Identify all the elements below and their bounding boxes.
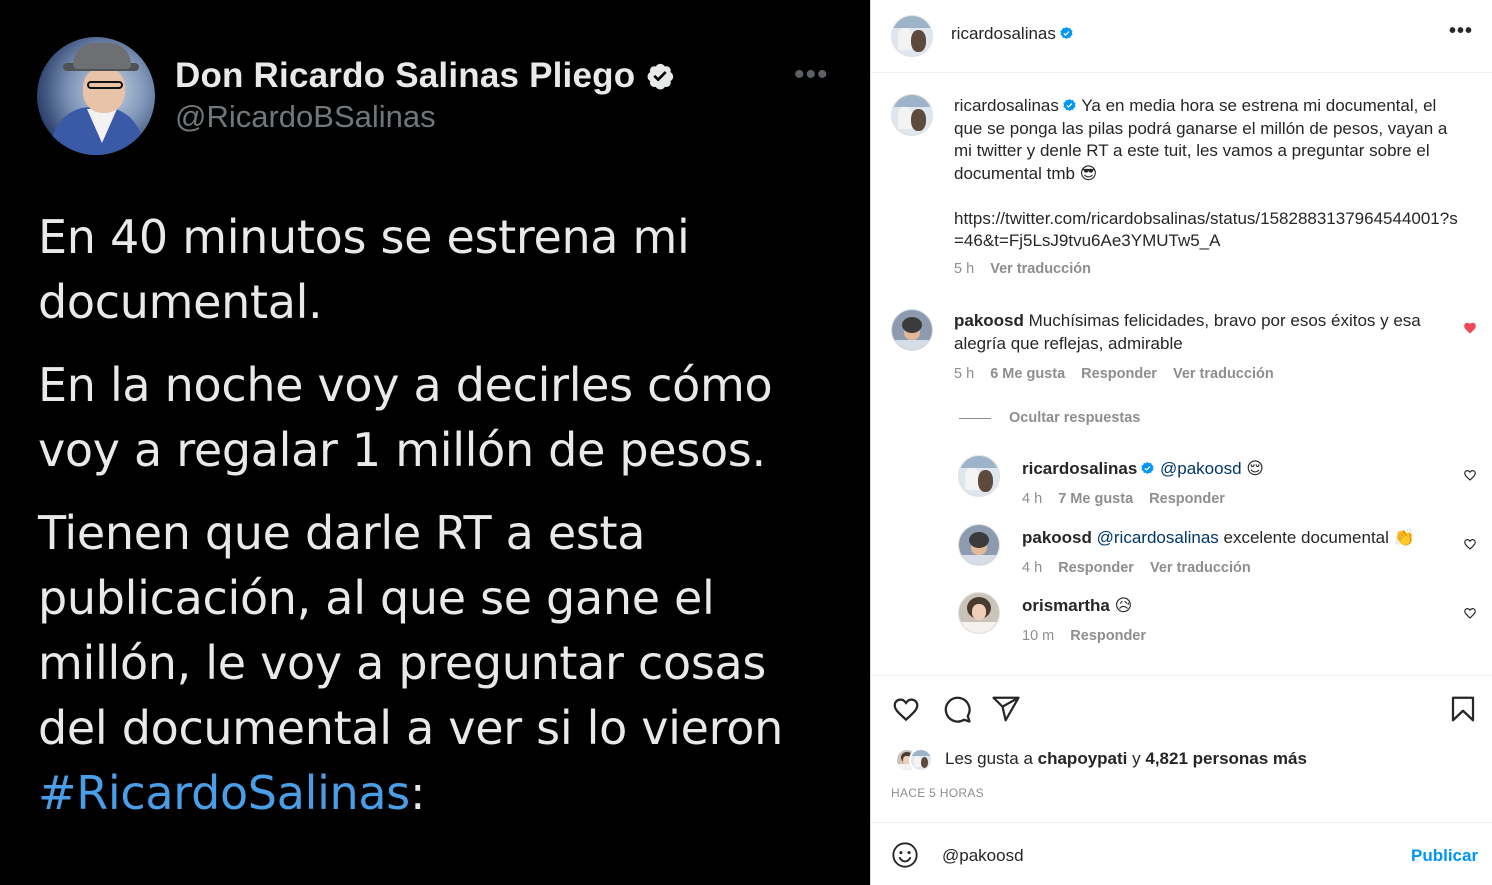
tweet-author-name: Don Ricardo Salinas Pliego (175, 56, 675, 96)
likes-summary: Les gusta a chapoypati y 4,821 personas … (945, 749, 1307, 769)
like-heart-icon[interactable] (1463, 537, 1477, 551)
caption-meta: 5 h Ver traducción (954, 261, 1103, 277)
likes-mid: y (1132, 749, 1141, 768)
post-header: ricardosalinas ••• (871, 0, 1492, 73)
like-icon[interactable] (891, 694, 921, 724)
comment: pakoosd Muchísimas felicidades, bravo po… (954, 310, 1444, 355)
reply-text: 😌 (1246, 459, 1265, 478)
reply-username-text[interactable]: ricardosalinas (1022, 459, 1137, 478)
reply-username[interactable]: ricardosalinas (1022, 459, 1155, 478)
comment-composer: Publicar (871, 822, 1492, 885)
tweet-paragraph: Tienen que darle RT a esta publicación, … (38, 501, 848, 826)
reply-reply-button[interactable]: Responder (1058, 560, 1134, 576)
comment-text: Muchísimas felicidades, bravo por esos é… (954, 311, 1421, 353)
likers-avatars[interactable] (895, 748, 939, 772)
reply-text: excelente documental 👏 (1223, 528, 1415, 547)
tweet-image: Don Ricardo Salinas Pliego @RicardoBSali… (0, 0, 870, 885)
verified-icon (1141, 461, 1154, 474)
reply-mention[interactable]: @ricardosalinas (1097, 528, 1219, 547)
comment-translate-link[interactable]: Ver traducción (1173, 366, 1274, 382)
author-avatar[interactable] (891, 15, 933, 57)
reply-time[interactable]: 10 m (1022, 628, 1054, 644)
publish-button[interactable]: Publicar (1411, 846, 1478, 866)
reply-meta: 4 h Responder Ver traducción (1022, 560, 1263, 576)
caption-link[interactable]: https://twitter.com/ricardobsalinas/stat… (954, 209, 1458, 251)
reply: orismartha 😥 (1022, 595, 1132, 618)
bookmark-icon[interactable] (1448, 694, 1478, 724)
verified-icon (1060, 26, 1073, 39)
tweet-hashtag: #RicardoSalinas (38, 766, 410, 820)
tweet-author-name-text: Don Ricardo Salinas Pliego (175, 56, 636, 95)
reply-time[interactable]: 4 h (1022, 491, 1042, 507)
liker-avatar (909, 748, 933, 772)
post-timestamp[interactable]: HACE 5 HORAS (891, 786, 984, 800)
hide-replies-button[interactable]: Ocultar respuestas (1009, 410, 1140, 426)
reply-username[interactable]: pakoosd (1022, 528, 1092, 547)
comment-input[interactable] (942, 846, 1362, 866)
share-icon[interactable] (991, 694, 1021, 724)
like-heart-icon[interactable] (1463, 606, 1477, 620)
comment-likes[interactable]: 6 Me gusta (990, 366, 1065, 382)
reply: ricardosalinas @pakoosd 😌 (1022, 458, 1264, 481)
reply-meta: 10 m Responder (1022, 628, 1158, 644)
caption-username-text[interactable]: ricardosalinas (954, 96, 1059, 115)
emoji-icon[interactable] (891, 841, 919, 869)
reply-avatar[interactable] (958, 455, 1000, 497)
reply-avatar[interactable] (958, 592, 1000, 634)
tweet-paragraph-text: Tienen que darle RT a esta publicación, … (38, 506, 783, 755)
tweet-avatar (37, 37, 155, 155)
reply-meta: 4 h 7 Me gusta Responder (1022, 491, 1237, 507)
post-panel: ricardosalinas ••• ricardosalinas Ya en … (870, 0, 1492, 885)
likes-count[interactable]: 4,821 personas más (1145, 749, 1307, 768)
tweet-hashtag-suffix: : (409, 766, 426, 820)
reply-text: 😥 (1114, 596, 1133, 615)
reply: pakoosd @ricardosalinas excelente docume… (1022, 527, 1415, 550)
reply-reply-button[interactable]: Responder (1149, 491, 1225, 507)
verified-icon (1063, 98, 1076, 111)
liked-heart-icon[interactable] (1463, 321, 1477, 335)
reply-likes[interactable]: 7 Me gusta (1058, 491, 1133, 507)
caption-translate-link[interactable]: Ver traducción (990, 261, 1091, 277)
like-heart-icon[interactable] (1463, 468, 1477, 482)
reply-time[interactable]: 4 h (1022, 560, 1042, 576)
tweet-paragraph: En 40 minutos se estrena mi documental. (38, 210, 690, 329)
comment-icon[interactable] (942, 694, 972, 724)
reply-username[interactable]: orismartha (1022, 596, 1110, 615)
comment-reply-button[interactable]: Responder (1081, 366, 1157, 382)
author-username-text[interactable]: ricardosalinas (951, 24, 1056, 43)
reply-mention[interactable]: @pakoosd (1160, 459, 1242, 478)
reply-translate-link[interactable]: Ver traducción (1150, 560, 1251, 576)
tweet-text: En 40 minutos se estrena mi documental. … (38, 205, 848, 844)
tweet-handle: @RicardoBSalinas (175, 99, 436, 134)
commenter-avatar[interactable] (891, 309, 933, 351)
verified-icon (647, 63, 674, 90)
actions-divider (871, 675, 1492, 676)
comment-time[interactable]: 5 h (954, 366, 974, 382)
tweet-paragraph: En la noche voy a decirles cómo voy a re… (38, 358, 773, 477)
comment-meta: 5 h 6 Me gusta Responder Ver traducción (954, 366, 1286, 382)
post-caption: ricardosalinas Ya en media hora se estre… (954, 95, 1464, 253)
replies-divider (959, 418, 991, 419)
comment-username[interactable]: pakoosd (954, 311, 1024, 330)
author-username[interactable]: ricardosalinas (951, 24, 1074, 44)
more-icon: ••• (794, 58, 829, 91)
caption-username[interactable]: ricardosalinas (954, 96, 1077, 115)
caption-time[interactable]: 5 h (954, 261, 974, 277)
likes-user[interactable]: chapoypati (1038, 749, 1128, 768)
more-options-icon[interactable]: ••• (1449, 20, 1473, 43)
likes-prefix: Les gusta a (945, 749, 1033, 768)
caption-avatar[interactable] (891, 94, 933, 136)
reply-avatar[interactable] (958, 524, 1000, 566)
reply-reply-button[interactable]: Responder (1070, 628, 1146, 644)
